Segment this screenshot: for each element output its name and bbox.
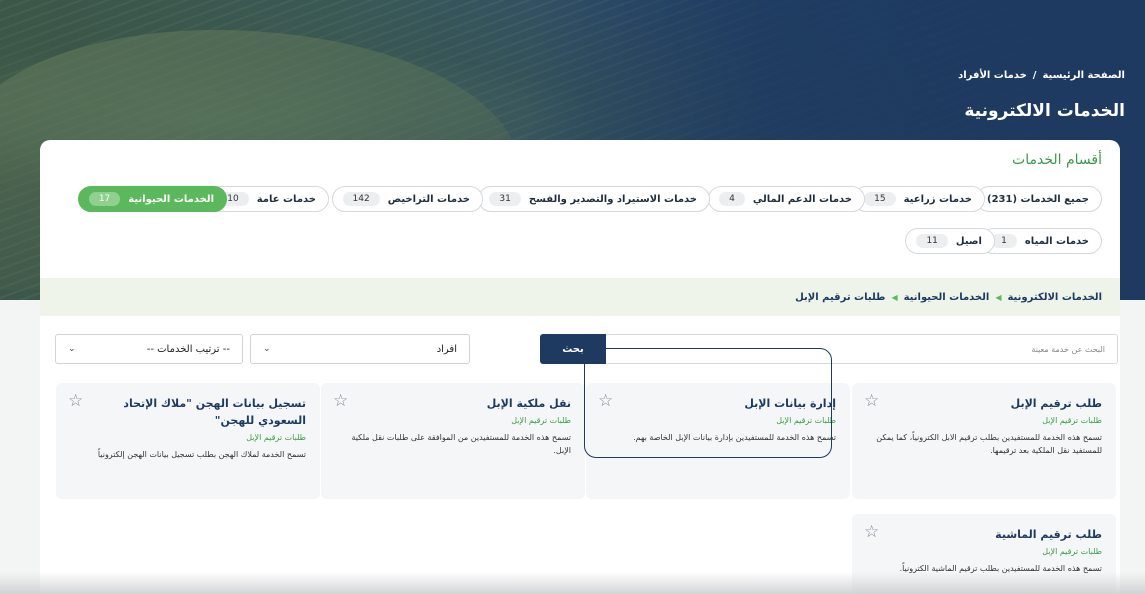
categories-title: أقسام الخدمات (1012, 152, 1102, 168)
card-subtitle: طلبات ترقيم الإبل (1042, 547, 1102, 556)
card-description: تسمح هذه الخدمة للمستفيدين بإدارة بيانات… (633, 433, 836, 442)
service-card-camel-data[interactable]: ☆ إدارة بيانات الإبل طلبات ترقيم الإبل ت… (586, 383, 850, 499)
category-import-export[interactable]: خدمات الاستيراد والتصدير والفسح 31 (478, 186, 710, 212)
hero-text: الصفحة الرئيسية / خدمات الأفراد الخدمات … (958, 70, 1125, 121)
card-title: إدارة بيانات الإبل (744, 397, 836, 410)
card-subtitle: طلبات ترقيم الإبل (511, 416, 571, 425)
card-title: نقل ملكية الإبل (486, 397, 571, 410)
search-button[interactable]: بحث (540, 334, 606, 364)
category-agriculture[interactable]: خدمات زراعية 15 (853, 186, 985, 212)
sort-select[interactable]: -- ترتيب الخدمات -- ⌄ (55, 334, 243, 364)
star-outline-icon[interactable]: ☆ (333, 391, 348, 411)
type-select[interactable]: افراد ⌄ (250, 334, 470, 364)
star-outline-icon[interactable]: ☆ (598, 391, 613, 411)
caret-left-icon: ◀ (995, 292, 1002, 302)
category-count: 11 (916, 234, 948, 248)
card-subtitle: طلبات ترقيم الإبل (1042, 416, 1102, 425)
category-licenses[interactable]: خدمات التراخيص 142 (331, 186, 483, 212)
card-title: تسجيل بيانات الهجن "ملاك الإتحاد السعودي… (123, 397, 306, 427)
card-title: طلب ترقيم الماشية (995, 528, 1102, 541)
path-item-animal[interactable]: الخدمات الحيوانية (904, 292, 990, 303)
card-description: تسمح هذه الخدمة للمستفيدين بطلب ترقيم ال… (876, 433, 1102, 455)
card-title: طلب ترقيم الإبل (1010, 397, 1102, 410)
card-description: تسمح الخدمة لملاك الهجن بطلب تسجيل بيانا… (97, 450, 306, 459)
card-description: تسمح هذه الخدمة للمستفيدين من الموافقة ع… (351, 433, 571, 455)
category-count: 4 (719, 192, 745, 206)
service-card-hejn-registration[interactable]: ☆ تسجيل بيانات الهجن "ملاك الإتحاد السعو… (56, 383, 320, 499)
page-title: الخدمات الالكترونية (964, 101, 1125, 121)
path-item-camel-numbering[interactable]: طلبات ترقيم الإبل (795, 292, 885, 303)
card-subtitle: طلبات ترقيم الإبل (776, 416, 836, 425)
category-all[interactable]: جميع الخدمات (231) (976, 186, 1102, 212)
category-count: 142 (342, 192, 380, 206)
category-financial-support[interactable]: خدمات الدعم المالي 4 (708, 186, 865, 212)
star-outline-icon[interactable]: ☆ (68, 391, 83, 411)
breadcrumb-home[interactable]: الصفحة الرئيسية (1042, 70, 1125, 81)
card-subtitle: طلبات ترقيم الإبل (246, 433, 306, 442)
breadcrumb-separator: / (1032, 70, 1037, 81)
service-card-camel-numbering[interactable]: ☆ طلب ترقيم الإبل طلبات ترقيم الإبل تسمح… (852, 383, 1116, 499)
category-count: 31 (489, 192, 521, 206)
path-breadcrumb: الخدمات الالكترونية ◀ الخدمات الحيوانية … (40, 278, 1120, 316)
service-card-camel-ownership[interactable]: ☆ نقل ملكية الإبل طلبات ترقيم الإبل تسمح… (321, 383, 585, 499)
category-water[interactable]: خدمات المياه 1 (980, 228, 1102, 254)
category-count: 15 (864, 192, 896, 206)
search-input[interactable]: البحث عن خدمة معينة (605, 334, 1118, 364)
chevron-down-icon: ⌄ (263, 344, 271, 354)
breadcrumb-individuals[interactable]: خدمات الأفراد (958, 70, 1027, 81)
category-aseel[interactable]: اصيل 11 (905, 228, 995, 254)
chevron-down-icon: ⌄ (68, 344, 76, 354)
star-outline-icon[interactable]: ☆ (864, 391, 879, 411)
category-count: 17 (88, 192, 121, 206)
path-item-eservices[interactable]: الخدمات الالكترونية (1007, 292, 1102, 303)
category-animal-active[interactable]: الخدمات الحيوانية 17 (77, 186, 227, 212)
breadcrumb: الصفحة الرئيسية / خدمات الأفراد (958, 70, 1125, 81)
category-count: 1 (991, 234, 1017, 248)
star-outline-icon[interactable]: ☆ (864, 522, 879, 542)
caret-left-icon: ◀ (891, 292, 898, 302)
